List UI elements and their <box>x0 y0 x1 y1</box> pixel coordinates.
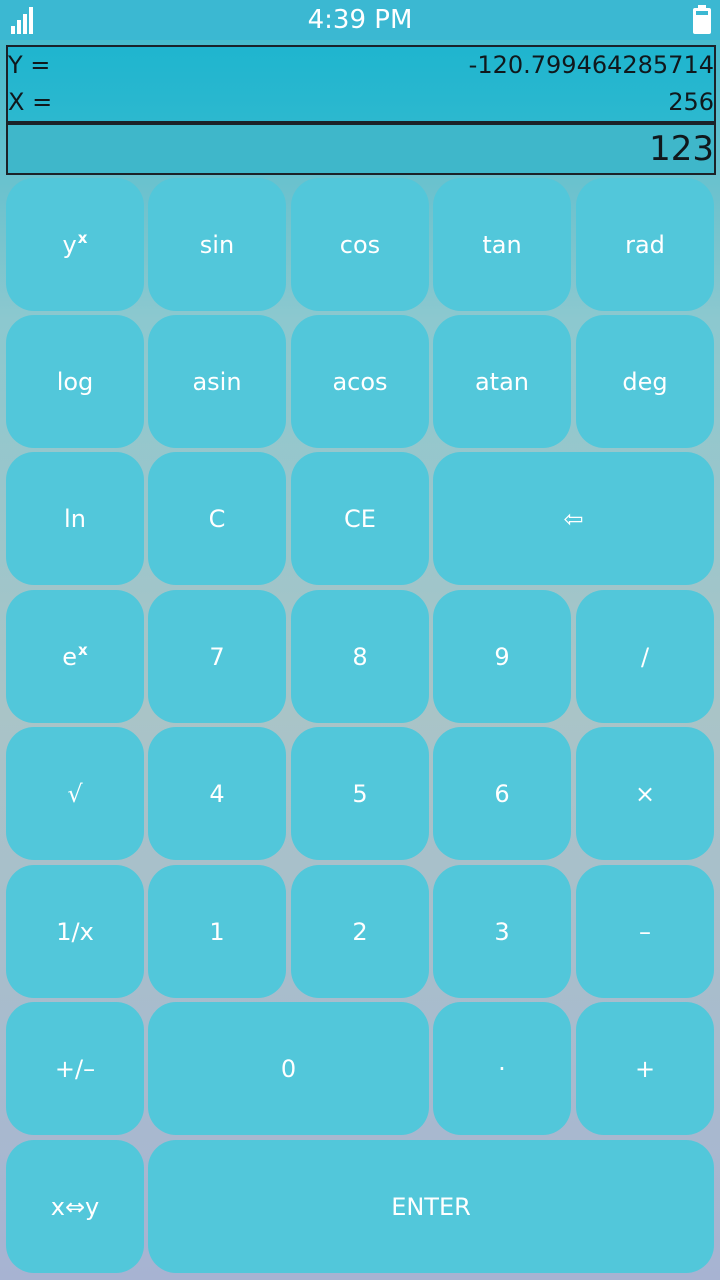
exp-button[interactable]: ex <box>6 590 144 723</box>
backspace-button[interactable]: ⇦ <box>433 452 714 585</box>
clear-button[interactable]: C <box>148 452 286 585</box>
acos-button[interactable]: acos <box>291 315 429 448</box>
sin-button[interactable]: sin <box>148 178 286 311</box>
enter-button[interactable]: ENTER <box>148 1140 714 1273</box>
power-base: y <box>62 230 77 259</box>
y-register-value: -120.799464285714 <box>468 51 714 79</box>
multiply-button[interactable]: × <box>576 727 714 860</box>
atan-button[interactable]: atan <box>433 315 571 448</box>
x-register-row: X = 256 <box>8 84 714 121</box>
x-register-value: 256 <box>668 88 714 116</box>
clear-entry-button[interactable]: CE <box>291 452 429 585</box>
power-exponent: x <box>77 228 88 247</box>
digit-7-button[interactable]: 7 <box>148 590 286 723</box>
digit-5-button[interactable]: 5 <box>291 727 429 860</box>
digit-8-button[interactable]: 8 <box>291 590 429 723</box>
digit-6-button[interactable]: 6 <box>433 727 571 860</box>
plus-button[interactable]: + <box>576 1002 714 1135</box>
log-button[interactable]: log <box>6 315 144 448</box>
digit-1-button[interactable]: 1 <box>148 865 286 998</box>
reciprocal-button[interactable]: 1/x <box>6 865 144 998</box>
backspace-icon: ⇦ <box>563 504 584 533</box>
register-display: Y = -120.799464285714 X = 256 <box>6 45 716 123</box>
decimal-button[interactable]: · <box>433 1002 571 1135</box>
exp-exponent: x <box>78 640 88 659</box>
digit-0-button[interactable]: 0 <box>148 1002 429 1135</box>
x-register-label: X = <box>8 88 53 116</box>
negate-button[interactable]: +/– <box>6 1002 144 1135</box>
entry-display: 123 <box>6 123 716 175</box>
exp-base: e <box>62 642 78 671</box>
digit-9-button[interactable]: 9 <box>433 590 571 723</box>
cos-button[interactable]: cos <box>291 178 429 311</box>
sqrt-button[interactable]: √ <box>6 727 144 860</box>
tan-button[interactable]: tan <box>433 178 571 311</box>
y-register-row: Y = -120.799464285714 <box>8 47 714 84</box>
minus-button[interactable]: – <box>576 865 714 998</box>
status-time: 4:39 PM <box>307 5 413 35</box>
y-register-label: Y = <box>8 51 51 79</box>
entry-value: 123 <box>649 129 714 169</box>
digit-4-button[interactable]: 4 <box>148 727 286 860</box>
swap-xy-button[interactable]: x⇔y <box>6 1140 144 1273</box>
power-button[interactable]: yx <box>6 178 144 311</box>
ln-button[interactable]: ln <box>6 452 144 585</box>
divide-button[interactable]: / <box>576 590 714 723</box>
digit-3-button[interactable]: 3 <box>433 865 571 998</box>
digit-2-button[interactable]: 2 <box>291 865 429 998</box>
rad-button[interactable]: rad <box>576 178 714 311</box>
asin-button[interactable]: asin <box>148 315 286 448</box>
deg-button[interactable]: deg <box>576 315 714 448</box>
status-bar: 4:39 PM <box>0 0 720 40</box>
battery-icon <box>693 5 711 34</box>
